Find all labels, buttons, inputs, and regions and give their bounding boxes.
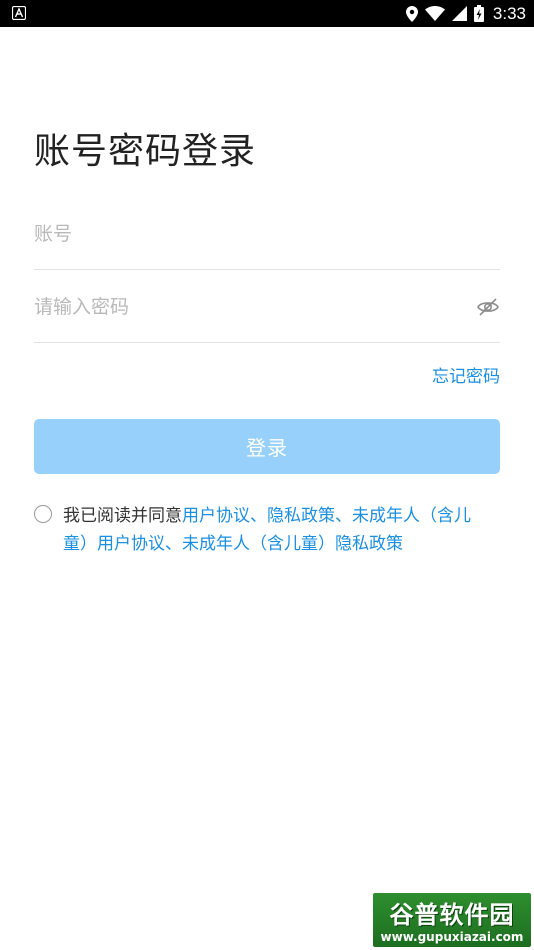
password-divider [34, 342, 500, 343]
agreement-separator: 、 [335, 506, 352, 526]
agreement-checkbox[interactable] [34, 505, 52, 523]
status-bar: 3:33 [0, 0, 534, 27]
login-button[interactable]: 登录 [34, 419, 500, 474]
agreement-separator: 、 [165, 534, 182, 554]
password-input[interactable] [34, 283, 454, 331]
forgot-password-link[interactable]: 忘记密码 [432, 362, 500, 387]
account-field [34, 210, 500, 270]
eye-hidden-icon[interactable] [476, 295, 500, 319]
account-input[interactable] [34, 210, 454, 258]
signal-icon [451, 6, 467, 21]
account-divider [34, 269, 500, 270]
status-icons: 3:33 [405, 0, 526, 27]
wifi-icon [424, 6, 445, 21]
agreement-text: 我已阅读并同意用户协议、隐私政策、未成年人（含儿童）用户协议、未成年人（含儿童）… [63, 502, 495, 558]
user-agreement-link[interactable]: 用户协议 [182, 506, 250, 526]
app-notification-icon [12, 6, 26, 20]
agreement-separator: 、 [250, 506, 267, 526]
watermark-url: www.gupuxiazai.com [380, 930, 524, 944]
minor-privacy-policy-link[interactable]: 未成年人（含儿童）隐私政策 [182, 534, 403, 554]
watermark-logo-text: 谷普软件园 [389, 901, 515, 929]
location-icon [405, 5, 418, 22]
agreement-prefix: 我已阅读并同意 [63, 506, 182, 526]
privacy-policy-link[interactable]: 隐私政策 [267, 506, 335, 526]
watermark-logo: 谷普软件园 www.gupuxiazai.com [373, 893, 531, 947]
status-time: 3:33 [492, 3, 526, 23]
password-field [34, 283, 500, 343]
page-title: 账号密码登录 [34, 131, 257, 172]
battery-charging-icon [473, 5, 484, 22]
